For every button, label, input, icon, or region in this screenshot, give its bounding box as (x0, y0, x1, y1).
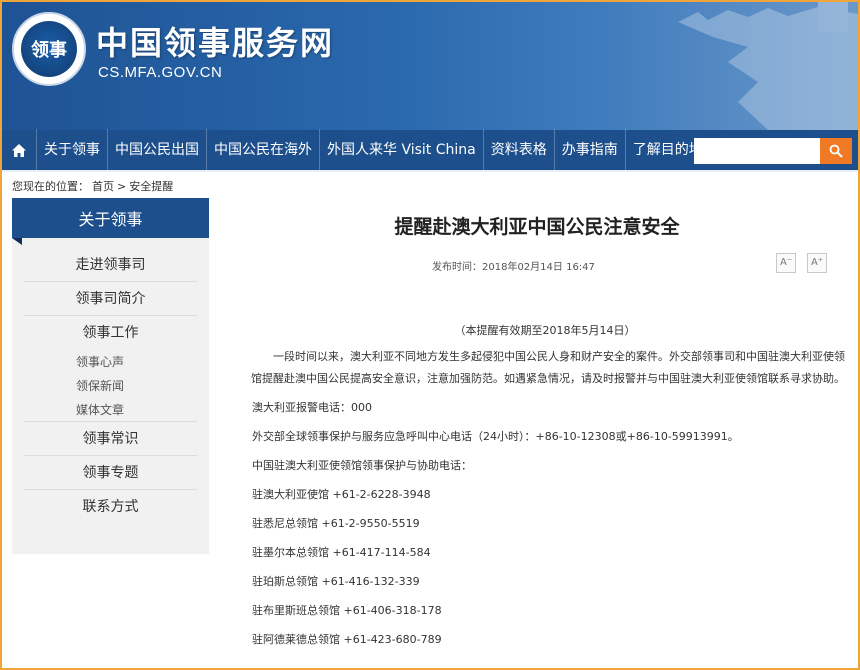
nav-item-guide[interactable]: 办事指南 (553, 129, 625, 171)
contact-consulate-sydney: 驻悉尼总领馆 +61-2-9550-5519 (252, 517, 420, 530)
contact-consulate-melbourne: 驻墨尔本总领馆 +61-417-114-584 (252, 546, 431, 559)
nav-item-citizens-abroad-travel[interactable]: 中国公民出国 (107, 129, 206, 171)
search-input[interactable] (694, 138, 820, 164)
hotline-phone: 外交部全球领事保护与服务应急呼叫中心电话（24小时）：+86-10-12308或… (252, 430, 739, 443)
contact-consulate-brisbane: 驻布里斯班总领馆 +61-406-318-178 (252, 604, 442, 617)
nav-item-forms[interactable]: 资料表格 (482, 129, 554, 171)
police-phone: 澳大利亚报警电话：000 (252, 401, 372, 414)
sidebar-item-consular-work[interactable]: 领事工作 (24, 316, 197, 350)
sidebar-subitem-voices[interactable]: 领事心声 (24, 350, 209, 374)
breadcrumb-prefix: 您现在的位置： (12, 180, 89, 193)
font-decrease-button[interactable]: A⁻ (776, 253, 796, 273)
site-domain: CS.MFA.GOV.CN (98, 64, 223, 81)
consular-seal-logo[interactable]: 领事 (12, 12, 86, 86)
publish-info: 发布时间：2018年02月14日 16:47 (432, 258, 595, 273)
home-icon[interactable] (2, 129, 36, 171)
article-paragraph: 一段时间以来，澳大利亚不同地方发生多起侵犯中国公民人身和财产安全的案件。外交部领… (251, 350, 845, 385)
search-icon (829, 144, 843, 158)
contact-embassy-canberra: 驻澳大利亚使馆 +61-2-6228-3948 (252, 488, 431, 501)
sidebar-item-about-department[interactable]: 走进领事司 (24, 248, 197, 282)
sidebar-subitem-protection-news[interactable]: 领保新闻 (24, 374, 209, 398)
sidebar-item-consular-knowledge[interactable]: 领事常识 (24, 422, 197, 456)
search-button[interactable] (820, 138, 852, 164)
article-title: 提醒赴澳大利亚中国公民注意安全 (394, 216, 680, 238)
sidebar-title-fold (12, 238, 22, 245)
publish-label: 发布时间： (432, 262, 482, 273)
seal-emblem: 领事 (21, 21, 77, 77)
embassy-phones-heading: 中国驻澳大利亚使领馆领事保护与协助电话： (252, 459, 472, 472)
site-title[interactable]: 中国领事服务网 (96, 18, 334, 64)
sidebar-title: 关于领事 (12, 198, 209, 245)
validity-note: （本提醒有效期至2018年5月14日） (454, 324, 636, 337)
sidebar: 关于领事 走进领事司 领事司简介 领事工作 领事心声 领保新闻 媒体文章 领事常… (12, 198, 209, 554)
breadcrumb-current[interactable]: 安全提醒 (129, 180, 173, 193)
site-header: 领事 中国领事服务网 CS.MFA.GOV.CN (2, 2, 858, 130)
breadcrumb-separator: > (117, 180, 127, 193)
sidebar-item-department-intro[interactable]: 领事司简介 (24, 282, 197, 316)
contact-consulate-adelaide: 驻阿德莱德总领馆 +61-423-680-789 (252, 633, 442, 646)
great-wall-illustration (678, 2, 858, 130)
font-increase-button[interactable]: A⁺ (807, 253, 827, 273)
contact-consulate-perth: 驻珀斯总领馆 +61-416-132-339 (252, 575, 420, 588)
publish-time: 2018年02月14日 16:47 (482, 262, 595, 273)
nav-item-visit-china[interactable]: 外国人来华 Visit China (319, 129, 483, 171)
main-nav: 关于领事 中国公民出国 中国公民在海外 外国人来华 Visit China 资料… (2, 129, 858, 172)
sidebar-menu: 走进领事司 领事司简介 领事工作 领事心声 领保新闻 媒体文章 领事常识 领事专… (12, 238, 209, 524)
article-body: （本提醒有效期至2018年5月14日） 一段时间以来，澳大利亚不同地方发生多起侵… (251, 320, 850, 651)
sidebar-item-consular-topics[interactable]: 领事专题 (24, 456, 197, 490)
sidebar-subitem-media-articles[interactable]: 媒体文章 (24, 398, 197, 422)
nav-item-citizens-overseas[interactable]: 中国公民在海外 (206, 129, 319, 171)
breadcrumb: 您现在的位置： 首页 > 安全提醒 (12, 178, 176, 194)
nav-item-about-consular[interactable]: 关于领事 (36, 129, 107, 171)
sidebar-item-contact[interactable]: 联系方式 (24, 490, 197, 524)
breadcrumb-home[interactable]: 首页 (92, 180, 114, 193)
